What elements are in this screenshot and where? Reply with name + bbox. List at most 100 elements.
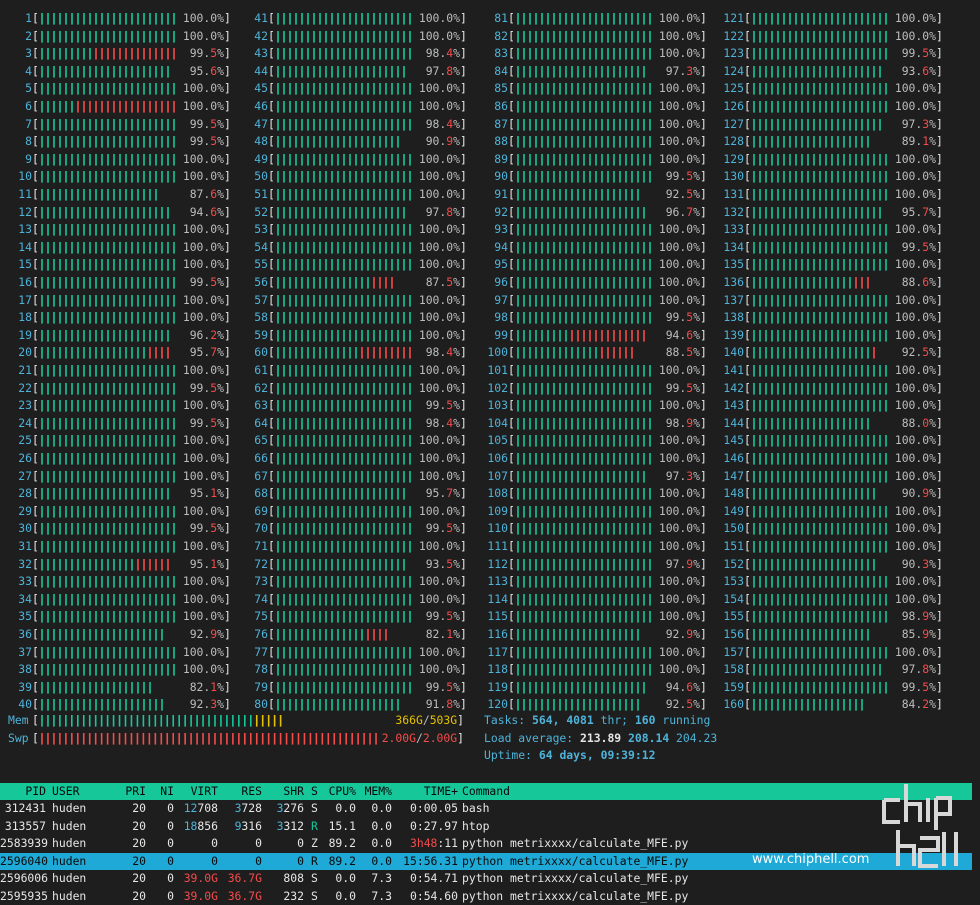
cpu-percent: 100.0% — [890, 380, 936, 398]
cpu-meter-97: 97[100.0%] — [484, 292, 716, 310]
cpu-percent: 100.0% — [414, 450, 460, 468]
cpu-meter-48: 48[90.9%] — [244, 133, 476, 151]
column-header-cpu[interactable]: CPU% — [322, 783, 356, 800]
column-header-mem[interactable]: MEM% — [360, 783, 392, 800]
cpu-meter-96: 96[100.0%] — [484, 274, 716, 292]
column-header-res[interactable]: RES — [220, 783, 262, 800]
cpu-usage-bar — [752, 485, 890, 503]
column-header-user[interactable]: USER — [52, 783, 112, 800]
process-table-header[interactable]: PID USERPRINIVIRTRESSHR SCPU%MEM%TIME+Comm… — [0, 783, 972, 800]
cpu-number: 49 — [244, 151, 268, 169]
cpu-usage-bar — [516, 661, 654, 679]
column-header-shr[interactable]: SHR — [264, 783, 304, 800]
cpu-number: 128 — [720, 133, 744, 151]
cell-ni: 0 — [150, 888, 174, 905]
column-header-virt[interactable]: VIRT — [178, 783, 218, 800]
cpu-percent: 100.0% — [654, 133, 700, 151]
cpu-number: 45 — [244, 80, 268, 98]
cpu-percent: 100.0% — [414, 151, 460, 169]
cell-cmd: python metrixxxx/calculate_MFE.py — [462, 870, 862, 888]
cpu-number: 62 — [244, 380, 268, 398]
cpu-usage-bar — [40, 468, 178, 486]
cpu-percent: 88.6% — [890, 274, 936, 292]
cpu-percent: 82.1% — [414, 626, 460, 644]
cpu-usage-bar — [752, 679, 890, 697]
cell-user: huden — [52, 870, 112, 888]
cpu-percent: 100.0% — [178, 168, 224, 186]
cpu-number: 48 — [244, 133, 268, 151]
process-row[interactable]: 2595935huden20039.0G36.7G232S0.07.30:54.… — [0, 888, 972, 905]
cell-cmd: python metrixxxx/calculate_MFE.py — [462, 888, 862, 905]
cpu-usage-bar — [516, 468, 654, 486]
cpu-meter-158: 158[97.8%] — [720, 661, 952, 679]
cpu-percent: 92.5% — [890, 344, 936, 362]
cpu-number: 89 — [484, 151, 508, 169]
cpu-usage-bar — [752, 186, 890, 204]
cpu-usage-bar — [40, 63, 178, 81]
cpu-meter-50: 50[100.0%] — [244, 168, 476, 186]
cpu-meter-131: 131[100.0%] — [720, 186, 952, 204]
process-row[interactable]: 2583939huden200000Z89.20.03h48:11python … — [0, 835, 972, 853]
process-row[interactable]: 312431huden2001270837283276S0.00.00:00.0… — [0, 800, 972, 818]
cpu-number: 27 — [8, 468, 32, 486]
cpu-number: 67 — [244, 468, 268, 486]
cpu-meter-98: 98[99.5%] — [484, 309, 716, 327]
cpu-meter-114: 114[100.0%] — [484, 591, 716, 609]
cpu-number: 124 — [720, 63, 744, 81]
cpu-number: 132 — [720, 204, 744, 222]
cpu-percent: 100.0% — [654, 80, 700, 98]
cpu-number: 92 — [484, 204, 508, 222]
cpu-meter-79: 79[99.5%] — [244, 679, 476, 697]
cpu-usage-bar — [752, 168, 890, 186]
cell-user: huden — [52, 888, 112, 905]
cpu-percent: 100.0% — [654, 538, 700, 556]
cpu-number: 23 — [8, 397, 32, 415]
cpu-number: 53 — [244, 221, 268, 239]
cpu-usage-bar — [516, 573, 654, 591]
cpu-number: 56 — [244, 274, 268, 292]
cpu-number: 79 — [244, 679, 268, 697]
cpu-number: 42 — [244, 28, 268, 46]
cpu-meter-70: 70[99.5%] — [244, 520, 476, 538]
cpu-percent: 99.5% — [654, 380, 700, 398]
cpu-number: 17 — [8, 292, 32, 310]
cpu-number: 106 — [484, 450, 508, 468]
cpu-number: 117 — [484, 644, 508, 662]
swap-meter: Swp [ 2.00G/2.00G] — [8, 730, 464, 748]
cpu-number: 63 — [244, 397, 268, 415]
process-row[interactable]: 313557huden2001885693163312R15.10.00:27.… — [0, 818, 972, 836]
column-header-cmd[interactable]: Command — [462, 783, 862, 800]
cpu-percent: 100.0% — [890, 397, 936, 415]
cpu-meter-3: 3[99.5%] — [8, 45, 240, 63]
cpu-meter-13: 13[100.0%] — [8, 221, 240, 239]
cpu-percent: 100.0% — [414, 380, 460, 398]
column-header-pid[interactable]: PID — [0, 783, 46, 800]
cpu-meter-130: 130[100.0%] — [720, 168, 952, 186]
cpu-number: 93 — [484, 221, 508, 239]
column-header-ni[interactable]: NI — [150, 783, 174, 800]
cpu-number: 20 — [8, 344, 32, 362]
cpu-percent: 98.4% — [414, 344, 460, 362]
cpu-number: 78 — [244, 661, 268, 679]
column-header-pri[interactable]: PRI — [114, 783, 146, 800]
cpu-number: 1 — [8, 10, 32, 28]
cpu-number: 69 — [244, 503, 268, 521]
cpu-usage-bar — [276, 98, 414, 116]
cpu-meter-61: 61[100.0%] — [244, 362, 476, 380]
cpu-usage-bar — [40, 556, 178, 574]
cpu-meter-44: 44[97.8%] — [244, 63, 476, 81]
cpu-percent: 97.8% — [890, 661, 936, 679]
column-header-s[interactable]: S — [311, 783, 321, 800]
cpu-number: 73 — [244, 573, 268, 591]
cpu-meter-108: 108[100.0%] — [484, 485, 716, 503]
column-header-time[interactable]: TIME+ — [396, 783, 458, 800]
cpu-meter-91: 91[92.5%] — [484, 186, 716, 204]
cell-user: huden — [52, 853, 112, 871]
cpu-meter-4: 4[95.6%] — [8, 63, 240, 81]
cpu-usage-bar — [276, 538, 414, 556]
cpu-usage-bar — [276, 28, 414, 46]
cpu-meter-86: 86[100.0%] — [484, 98, 716, 116]
watermark-text: www.chiphell.com — [752, 852, 869, 867]
process-row[interactable]: 2596006huden20039.0G36.7G808S0.07.30:54.… — [0, 870, 972, 888]
cpu-usage-bar — [276, 10, 414, 28]
